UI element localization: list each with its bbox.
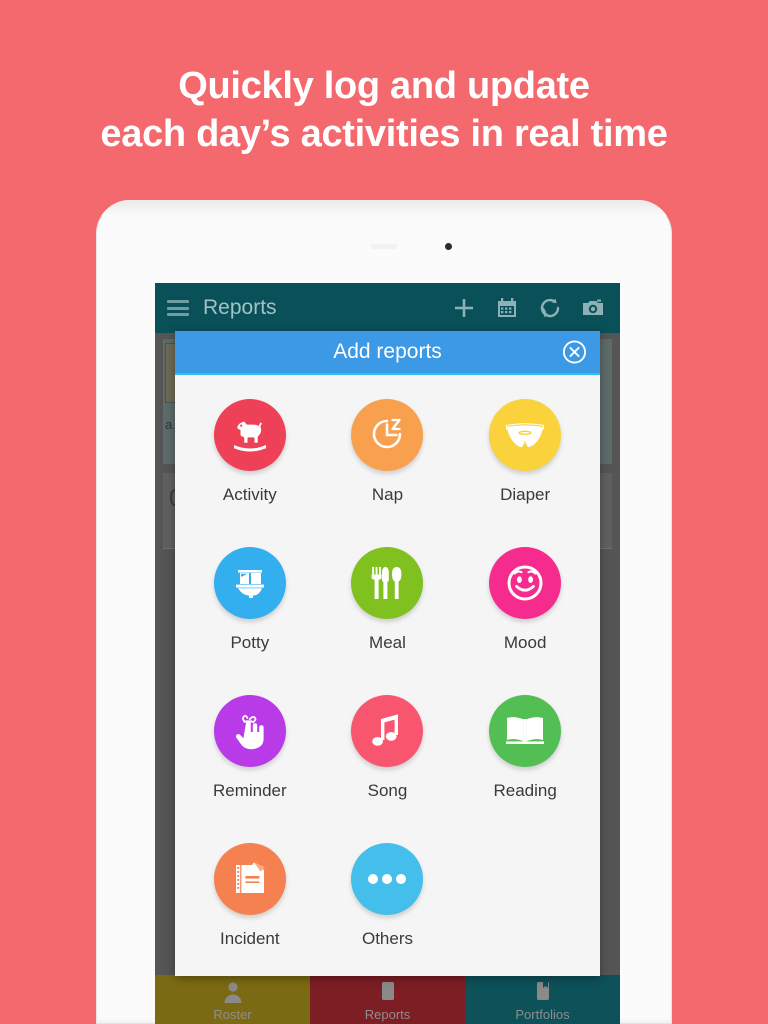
ellipsis-icon [351,843,424,915]
add-icon[interactable] [451,295,477,321]
report-type-label: Diaper [500,485,551,504]
report-type-incident[interactable]: Incident [181,843,319,976]
report-type-label: Reminder [212,781,287,800]
notepad-icon [213,843,286,915]
report-type-song[interactable]: Song [319,695,457,843]
report-type-nap[interactable]: Nap [319,399,457,547]
report-type-label: Meal [369,633,406,652]
report-type-meal[interactable]: Meal [319,547,457,695]
report-type-diaper[interactable]: Diaper [456,399,594,547]
report-type-label: Others [361,929,413,948]
report-type-grid: Activity Nap Diaper Potty Meal Mood Remi… [175,375,600,976]
report-type-label: Nap [371,485,404,504]
report-type-activity[interactable]: Activity [181,399,319,547]
headline-line-2: each day’s activities in real time [100,113,668,155]
report-type-label: Incident [220,929,280,948]
person-icon [221,980,245,1004]
diaper-icon [489,399,562,471]
report-type-potty[interactable]: Potty [181,547,319,695]
toilet-icon [213,547,286,619]
bottom-navigation: Roster Reports Portfolios [155,975,620,1024]
clock-sleep-icon [351,399,424,471]
app-bar-title: Reports [203,296,277,319]
nav-label-portfolios: Portfolios [515,1007,570,1022]
finger-ribbon-icon [213,695,286,767]
nav-item-reports[interactable]: Reports [310,975,465,1024]
front-camera-icon [445,243,452,250]
calendar-icon[interactable] [494,295,520,321]
refresh-icon[interactable] [537,295,563,321]
nav-label-roster: Roster [213,1007,252,1022]
folder-icon [531,980,555,1004]
report-type-label: Song [367,781,408,800]
music-note-icon [351,695,424,767]
cutlery-icon [351,547,424,619]
speaker-slot [371,244,397,249]
app-bar: Reports [155,283,620,333]
smiley-face-icon [489,547,562,619]
dialog-title: Add reports [333,340,442,363]
report-type-label: Potty [230,633,270,652]
report-type-reminder[interactable]: Reminder [181,695,319,843]
nav-label-reports: Reports [364,1007,411,1022]
report-type-others[interactable]: Others [319,843,457,976]
nav-item-portfolios[interactable]: Portfolios [465,975,620,1024]
nav-item-roster[interactable]: Roster [155,975,310,1024]
grid-empty-cell [456,843,594,976]
report-type-label: Activity [222,485,277,504]
headline-line-1: Quickly log and update [178,65,590,107]
rocking-horse-icon [213,399,286,471]
report-type-reading[interactable]: Reading [456,695,594,843]
report-type-label: Reading [493,781,557,800]
close-circle-icon[interactable] [562,340,587,365]
book-icon [376,980,400,1004]
app-bar-actions [451,295,606,321]
report-type-label: Mood [503,633,547,652]
hamburger-menu-icon[interactable] [167,300,189,316]
app-screen: a... 0 Reports [155,283,620,1024]
page-title: Quickly log and update each day’s activi… [0,62,768,158]
report-type-mood[interactable]: Mood [456,547,594,695]
dialog-header: Add reports [175,331,600,375]
open-book-icon [489,695,562,767]
bezel-highlight [96,200,672,216]
add-reports-dialog: Add reports Activity Nap Diaper Potty Me… [175,331,600,976]
camera-icon[interactable] [580,295,606,321]
